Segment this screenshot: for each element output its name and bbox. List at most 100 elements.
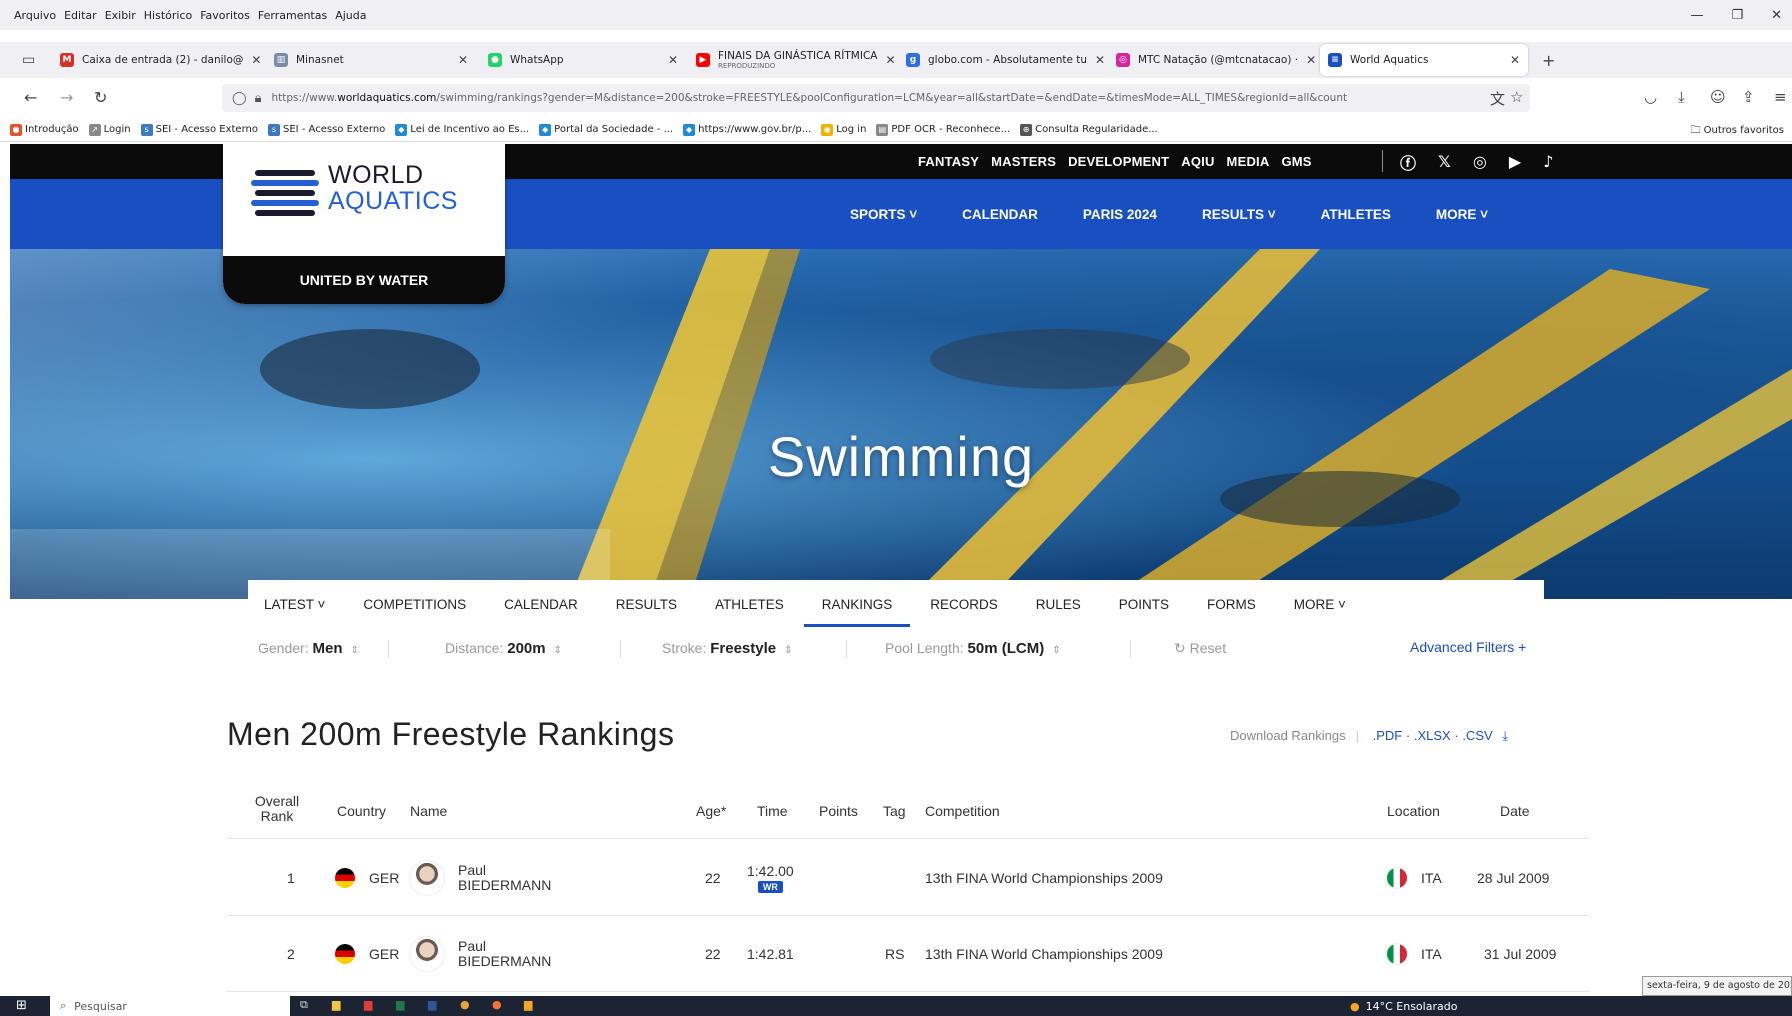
close-tab-icon[interactable]: ✕ [1298,53,1316,67]
tab-whatsapp[interactable]: ● WhatsApp ✕ [480,44,686,76]
bookmark-star-icon[interactable]: ☆ [1510,88,1523,106]
table-row[interactable]: 1 GER Paul BIEDERMANN 22 1:42.00 WR 13th F… [227,840,1589,916]
pocket-icon[interactable]: ◡ [1644,88,1657,106]
bookmark-pdf-ocr[interactable]: ▤ PDF OCR - Reconhece... [876,123,1010,136]
table-row[interactable]: 2 GER Paul BIEDERMANN 22 1:42.81 RS 13th … [227,916,1589,992]
bookmark-portal-sociedade[interactable]: ◆ Portal da Sociedade - ... [539,123,673,136]
other-bookmarks[interactable]: 🗀︎ Outros favoritos [1690,123,1784,140]
subnav-more[interactable]: MORE ˅ [1294,597,1346,612]
close-tab-icon[interactable]: ✕ [660,53,678,67]
subnav-results[interactable]: RESULTS [616,597,677,612]
link-development[interactable]: DEVELOPMENT [1068,154,1169,169]
tab-list-button[interactable]: ▭ [14,44,50,76]
tab-globo[interactable]: g globo.com - Absolutamente tu ✕ [898,44,1106,76]
download-pdf-link[interactable]: .PDF [1373,728,1403,743]
pool-length-select[interactable]: Pool Length: 50m (LCM) ⇕ [885,640,1061,657]
address-bar[interactable]: ◯ 🔒︎ https://www. worldaquatics.com/swimm… [222,84,1530,112]
x-icon[interactable]: 𝕏 [1438,152,1451,171]
distance-select[interactable]: Distance: 200m ⇕ [445,640,562,657]
subnav-competitions[interactable]: COMPETITIONS [363,597,466,612]
hamburger-menu-icon[interactable]: ≡ [1774,88,1787,106]
nav-paris-2024[interactable]: PARIS 2024 [1083,207,1157,222]
close-tab-icon[interactable]: ✕ [877,53,894,67]
header-country[interactable]: Country [337,803,386,819]
bookmark-sei-2[interactable]: s SEI - Acesso Externo [267,123,385,136]
close-tab-icon[interactable]: ✕ [1087,53,1105,67]
task-view-icon[interactable]: ⧉ [300,998,308,1012]
menu-favoritos[interactable]: Favoritos [200,9,250,22]
competition-cell[interactable]: 13th FINA World Championships 2009 [925,916,1163,992]
menu-editar[interactable]: Editar [64,9,97,22]
bookmark-lei-incentivo[interactable]: ◆ Lei de Incentivo ao Es... [395,123,529,136]
facebook-icon[interactable]: ⓕ [1400,150,1416,174]
stroke-select[interactable]: Stroke: Freestyle ⇕ [662,640,793,657]
forward-icon[interactable]: → [60,88,73,107]
chrome-icon[interactable]: ● [460,998,470,1011]
competition-cell[interactable]: 13th FINA World Championships 2009 [925,840,1163,916]
reload-icon[interactable]: ↻ [94,88,107,107]
world-aquatics-logo[interactable]: WORLD AQUATICS UNITED BY WATER [223,144,505,304]
nav-calendar[interactable]: CALENDAR [962,207,1038,222]
tab-minasnet[interactable]: ▥ Minasnet ✕ [266,44,476,76]
subnav-athletes[interactable]: ATHLETES [715,597,784,612]
bookmark-log-in[interactable]: ◉ Log in [821,123,866,136]
tab-instagram[interactable]: ◎ MTC Natação (@mtcnatacao) · ✕ [1108,44,1318,76]
download-csv-link[interactable]: .CSV [1462,728,1492,743]
menu-arquivo[interactable]: Arquivo [14,9,56,22]
athlete-cell[interactable]: Paul BIEDERMANN [410,840,551,916]
menu-historico[interactable]: Histórico [144,9,192,22]
nav-sports[interactable]: SPORTS ˅ [850,207,917,222]
close-window-icon[interactable]: ✕ [1771,8,1782,23]
header-time[interactable]: Time [757,803,788,819]
firefox-icon[interactable]: ● [492,998,502,1011]
subnav-records[interactable]: RECORDS [930,597,998,612]
back-icon[interactable]: ← [24,88,37,107]
subnav-calendar[interactable]: CALENDAR [504,597,578,612]
nav-results[interactable]: RESULTS ˅ [1202,207,1276,222]
tiktok-icon[interactable]: ♪ [1543,152,1553,171]
header-tag[interactable]: Tag [883,803,906,819]
header-name[interactable]: Name [410,803,447,819]
youtube-icon[interactable]: ▶ [1509,152,1521,171]
bookmark-gov-br[interactable]: ◆ https://www.gov.br/p... [683,123,811,136]
subnav-rankings[interactable]: RANKINGS [803,597,910,627]
excel-icon[interactable]: ▆ [396,998,404,1011]
tab-world-aquatics[interactable]: ≡ World Aquatics ✕ [1320,44,1528,76]
header-age[interactable]: Age* [696,803,726,819]
download-xlsx-link[interactable]: .XLSX [1414,728,1451,743]
athlete-cell[interactable]: Paul BIEDERMANN [410,916,551,992]
weather-label[interactable]: 14°C Ensolarado [1366,1000,1458,1013]
close-tab-icon[interactable]: ✕ [450,53,468,67]
new-tab-button[interactable]: + [1534,44,1564,76]
link-gms[interactable]: GMS [1281,154,1311,169]
close-tab-icon[interactable]: ✕ [1502,53,1520,67]
download-icon[interactable]: ⤓ [1678,88,1685,106]
advanced-filters-button[interactable]: Advanced Filters + [1410,639,1526,655]
link-media[interactable]: MEDIA [1227,154,1270,169]
link-aqiu[interactable]: AQIU [1181,154,1214,169]
minimize-icon[interactable]: — [1690,8,1703,23]
nav-more[interactable]: MORE ˅ [1436,207,1488,222]
windows-start-icon[interactable]: ⊞ [16,998,27,1013]
tab-gmail[interactable]: M Caixa de entrada (2) - danilo@ ✕ [52,44,262,76]
subnav-rules[interactable]: RULES [1036,597,1081,612]
menu-exibir[interactable]: Exibir [105,9,136,22]
bookmark-sei-1[interactable]: s SEI - Acesso Externo [140,123,258,136]
restore-icon[interactable]: ❐ [1731,8,1743,23]
header-date[interactable]: Date [1500,803,1530,819]
header-location[interactable]: Location [1387,803,1440,819]
header-points[interactable]: Points [819,803,858,819]
tab-youtube[interactable]: ▶ FINAIS DA GINÁSTICA RÍTMICA REPRODUZIN… [688,44,894,76]
bookmark-introducao[interactable]: ● Introdução [10,123,79,136]
download-icon[interactable]: ⤓ [1502,728,1508,743]
translate-icon[interactable]: 文 [1490,88,1505,109]
link-fantasy[interactable]: FANTASY [918,154,979,169]
menu-ferramentas[interactable]: Ferramentas [258,9,327,22]
gender-select[interactable]: Gender: Men ⇕ [258,640,359,657]
menu-ajuda[interactable]: Ajuda [335,9,366,22]
nav-athletes[interactable]: ATHLETES [1321,207,1391,222]
header-competition[interactable]: Competition [925,803,1000,819]
header-rank[interactable]: Overall Rank [247,794,307,824]
bookmark-login[interactable]: ↗ Login [88,123,131,136]
pdf-app-icon[interactable]: ▆ [364,998,372,1011]
